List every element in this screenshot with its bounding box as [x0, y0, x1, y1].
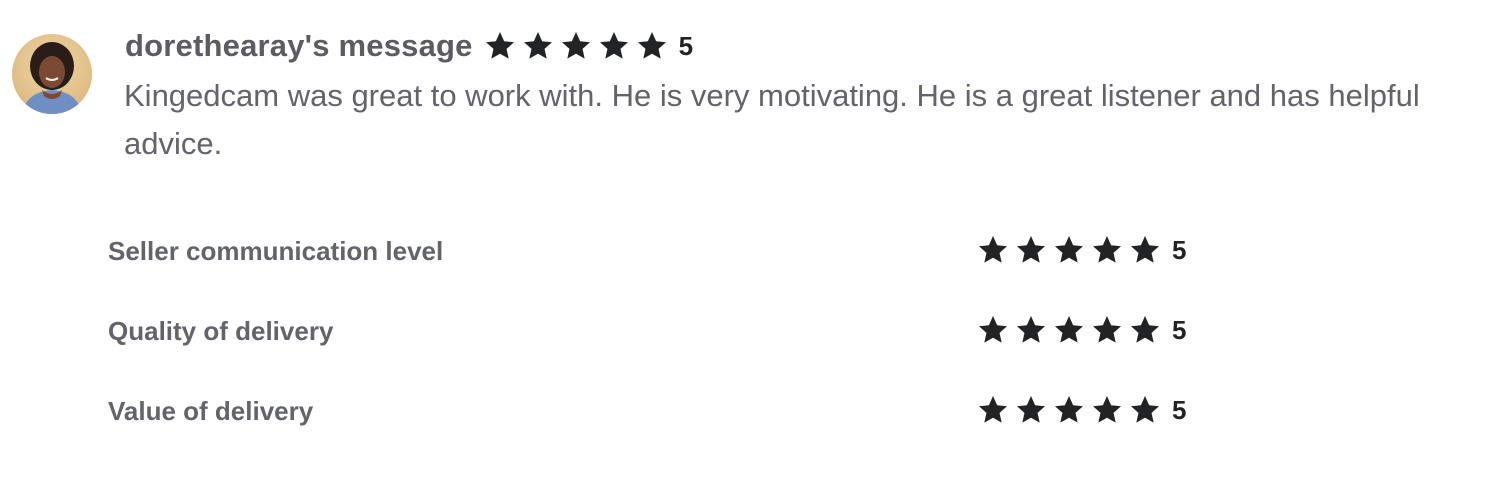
- star-icon: [561, 32, 590, 59]
- rating-row-value: 5: [1172, 394, 1187, 425]
- star-icon: [1093, 236, 1121, 263]
- star-icon: [1055, 316, 1083, 343]
- rating-row-value: 5: [1172, 314, 1187, 345]
- rating-row-value-of-delivery: Value of delivery 5: [108, 388, 1228, 468]
- rating-row-label: Quality of delivery: [108, 316, 334, 346]
- rating-row-stars: 5: [976, 314, 1186, 346]
- star-icon: [1017, 236, 1045, 263]
- overall-rating-stars: 5: [483, 30, 693, 62]
- star-icon: [523, 32, 552, 59]
- review-message: Kingedcam was great to work with. He is …: [124, 78, 1420, 161]
- rating-breakdown: Seller communication level 5 Quality of …: [108, 228, 1228, 468]
- avatar[interactable]: [12, 34, 92, 114]
- star-icon: [979, 396, 1007, 423]
- star-icon: [979, 236, 1007, 263]
- star-icon: [485, 32, 514, 59]
- star-icon: [1131, 316, 1159, 343]
- star-icon: [599, 32, 628, 59]
- rating-row-label: Value of delivery: [108, 396, 314, 426]
- star-icon: [1093, 316, 1121, 343]
- star-icon: [1017, 316, 1045, 343]
- star-icon: [1055, 236, 1083, 263]
- overall-rating-value: 5: [678, 30, 694, 61]
- review-header: dorethearay's message 5: [125, 24, 693, 68]
- rating-row-quality: Quality of delivery 5: [108, 308, 1228, 388]
- rating-row-stars: 5: [976, 394, 1186, 426]
- rating-row-stars: 5: [976, 234, 1186, 266]
- star-icon: [1131, 236, 1159, 263]
- star-icon: [1093, 396, 1121, 423]
- rating-row-label: Seller communication level: [108, 236, 444, 266]
- star-icon: [1055, 396, 1083, 423]
- star-icon: [1131, 396, 1159, 423]
- rating-row-communication: Seller communication level 5: [108, 228, 1228, 308]
- rating-row-value: 5: [1172, 234, 1187, 265]
- avatar-photo-icon: [12, 34, 92, 114]
- star-icon: [637, 32, 666, 59]
- reviewer-name: dorethearay's message: [125, 28, 473, 63]
- star-icon: [979, 316, 1007, 343]
- star-icon: [1017, 396, 1045, 423]
